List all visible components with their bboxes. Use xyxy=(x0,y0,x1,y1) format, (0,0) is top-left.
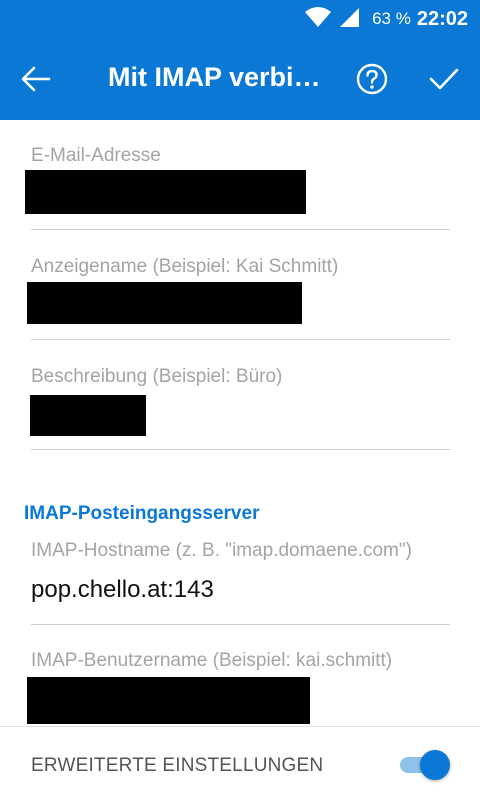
imap-username-label: IMAP-Benutzername (Beispiel: kai.schmitt… xyxy=(31,650,393,671)
cell-signal-icon xyxy=(338,6,360,33)
help-circle-icon xyxy=(356,63,388,95)
advanced-settings-label: ERWEITERTE EINSTELLUNGEN xyxy=(31,755,324,776)
advanced-settings-bar: ERWEITERTE EINSTELLUNGEN xyxy=(0,727,480,800)
description-value-redacted xyxy=(30,395,146,436)
confirm-button[interactable] xyxy=(423,59,465,99)
toggle-thumb xyxy=(420,750,450,780)
imap-username-value-redacted xyxy=(27,677,310,724)
display-name-label: Anzeigename (Beispiel: Kai Schmitt) xyxy=(31,256,339,277)
email-value-redacted xyxy=(25,170,306,214)
description-underline xyxy=(31,449,450,450)
imap-host-value[interactable]: pop.chello.at:143 xyxy=(31,576,214,604)
imap-host-underline xyxy=(31,624,450,625)
description-label: Beschreibung (Beispiel: Büro) xyxy=(31,366,283,387)
display-name-value-redacted xyxy=(27,282,302,324)
clock: 22:02 xyxy=(416,7,468,30)
display-name-underline xyxy=(31,339,450,340)
imap-section-heading: IMAP-Posteingangsserver xyxy=(24,503,260,524)
status-bar: 63 % 22:02 xyxy=(0,0,480,38)
imap-host-label: IMAP-Hostname (z. B. "imap.domaene.com") xyxy=(31,540,412,561)
battery-percent: 63 % xyxy=(372,9,411,28)
advanced-settings-toggle[interactable] xyxy=(398,749,454,781)
toolbar: Mit IMAP verbinden xyxy=(0,38,480,120)
back-button[interactable] xyxy=(14,59,58,99)
email-label: E-Mail-Adresse xyxy=(31,145,161,166)
help-button[interactable] xyxy=(352,59,392,99)
arrow-left-icon xyxy=(21,66,51,92)
checkmark-icon xyxy=(429,68,459,90)
email-underline xyxy=(31,229,450,230)
form-scroll-area[interactable]: E-Mail-Adresse Anzeigename (Beispiel: Ka… xyxy=(0,120,480,726)
app-bar: 63 % 22:02 Mit IMAP verbinden xyxy=(0,0,480,120)
wifi-icon xyxy=(304,6,332,33)
page-title: Mit IMAP verbinden xyxy=(108,62,333,92)
